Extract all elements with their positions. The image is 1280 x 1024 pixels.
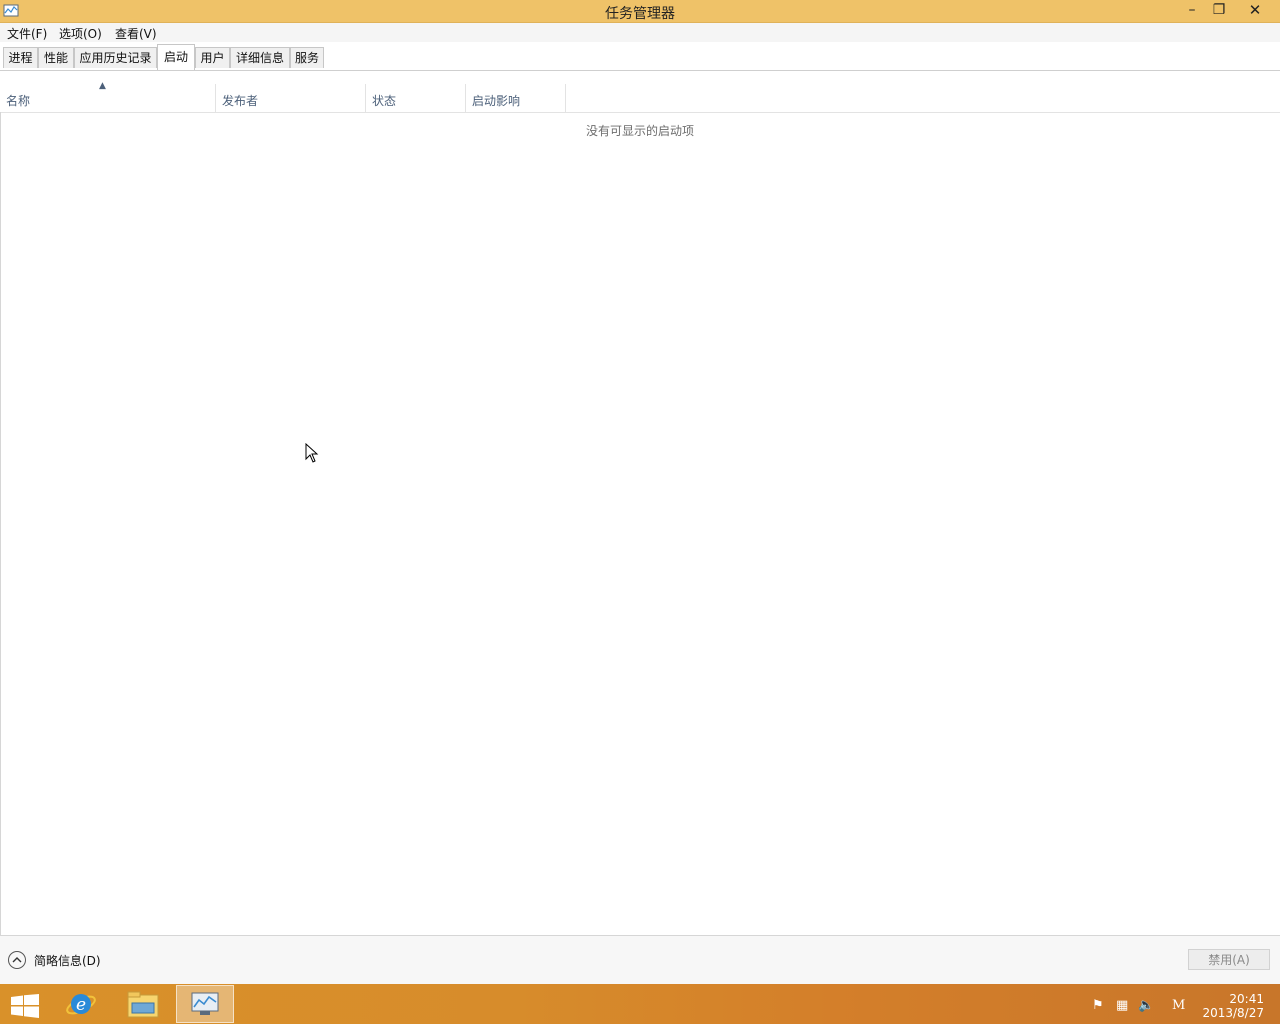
window-title: 任务管理器 <box>605 6 675 22</box>
column-name[interactable]: ▲ 名称 <box>0 81 216 112</box>
tab-app-history[interactable]: 应用历史记录 <box>74 47 157 68</box>
clock[interactable]: 20:41 2013/8/27 <box>1202 992 1264 1020</box>
menu-view[interactable]: 查看(V) <box>115 25 157 42</box>
clock-time: 20:41 <box>1229 992 1264 1006</box>
input-method-icon[interactable]: M <box>1172 998 1185 1013</box>
mouse-cursor-icon <box>305 443 319 463</box>
task-manager-icon[interactable] <box>176 985 234 1023</box>
menu-options[interactable]: 选项(O) <box>59 25 102 42</box>
list-border <box>0 112 1 935</box>
system-tray: ⚑ ▦ 🔈 M 20:41 2013/8/27 <box>1040 988 1280 1024</box>
menu-file[interactable]: 文件(F) <box>7 25 47 42</box>
disable-button[interactable]: 禁用(A) <box>1188 949 1270 970</box>
tab-details[interactable]: 详细信息 <box>230 47 290 68</box>
internet-explorer-icon[interactable]: e <box>52 985 110 1023</box>
speaker-icon[interactable]: 🔈 <box>1138 998 1154 1013</box>
column-status-label: 状态 <box>372 94 397 108</box>
tab-performance[interactable]: 性能 <box>38 47 74 68</box>
column-name-label: 名称 <box>6 94 31 108</box>
column-startup-impact[interactable]: 启动影响 <box>466 84 566 112</box>
tab-startup[interactable]: 启动 <box>157 44 195 70</box>
flag-icon[interactable]: ⚑ <box>1092 998 1104 1013</box>
clock-date: 2013/8/27 <box>1202 1006 1264 1020</box>
footer-bar: 简略信息(D) 禁用(A) <box>0 935 1280 985</box>
menu-bar: 文件(F) 选项(O) 查看(V) <box>0 23 1280 42</box>
sort-ascending-icon: ▲ <box>99 81 106 91</box>
fewer-details-label: 简略信息(D) <box>34 953 101 968</box>
empty-list-message: 没有可显示的启动项 <box>585 124 694 138</box>
svg-text:e: e <box>76 995 86 1015</box>
start-icon[interactable] <box>11 994 39 1018</box>
taskbar: e ⚑ ▦ 🔈 M 20:41 2013/8/27 <box>0 984 1280 1024</box>
column-startup-impact-label: 启动影响 <box>472 94 521 108</box>
network-icon[interactable]: ▦ <box>1116 998 1128 1013</box>
chevron-up-icon <box>8 951 26 969</box>
tab-strip: 进程 性能 应用历史记录 启动 用户 详细信息 服务 <box>0 42 1280 71</box>
minimize-button[interactable]: – <box>1178 0 1206 20</box>
restore-button[interactable]: ❐ <box>1206 0 1232 20</box>
close-button[interactable]: ✕ <box>1232 0 1278 20</box>
file-explorer-icon[interactable] <box>114 985 172 1023</box>
column-header-row: ▲ 名称 发布者 状态 启动影响 <box>0 81 1280 113</box>
title-bar: 任务管理器 – ❐ ✕ <box>0 0 1280 23</box>
fewer-details-toggle[interactable]: 简略信息(D) <box>8 951 101 969</box>
column-publisher-label: 发布者 <box>222 94 259 108</box>
tab-processes[interactable]: 进程 <box>3 47 38 68</box>
tab-services[interactable]: 服务 <box>290 47 324 68</box>
tab-users[interactable]: 用户 <box>195 47 230 68</box>
column-publisher[interactable]: 发布者 <box>216 84 366 112</box>
column-status[interactable]: 状态 <box>366 84 466 112</box>
